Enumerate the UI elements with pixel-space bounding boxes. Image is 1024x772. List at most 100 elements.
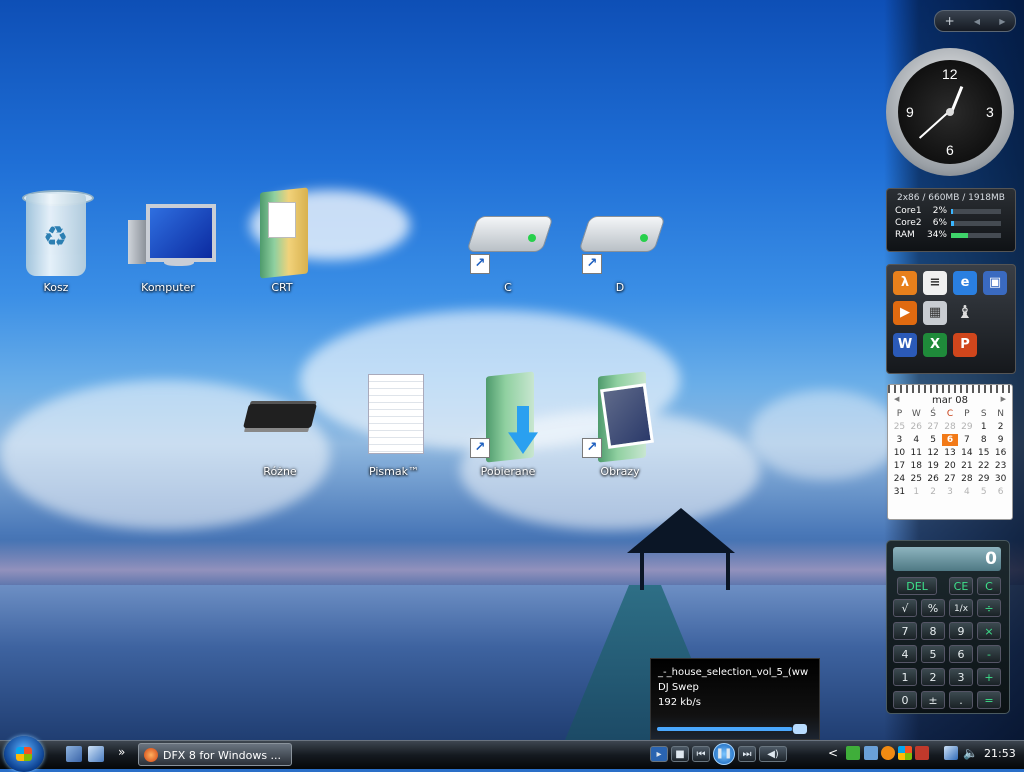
calendar-day[interactable]: 12 bbox=[925, 447, 942, 459]
calendar-day[interactable]: 9 bbox=[992, 434, 1009, 446]
calc-del-button[interactable]: DEL bbox=[897, 577, 937, 595]
calc-6-button[interactable]: 6 bbox=[949, 645, 973, 663]
calendar-day[interactable]: 5 bbox=[925, 434, 942, 446]
calendar-day[interactable]: 11 bbox=[908, 447, 925, 459]
volume-button[interactable]: ◀) bbox=[759, 746, 787, 762]
windows-update-icon[interactable] bbox=[898, 746, 912, 760]
half-life-icon[interactable]: λ bbox=[893, 271, 917, 295]
seek-bar[interactable] bbox=[657, 724, 807, 734]
calendar-day[interactable]: 27 bbox=[942, 473, 959, 485]
media-player-popup[interactable]: _-_house_selection_vol_5_(ww DJ Swep 192… bbox=[650, 658, 820, 740]
calc-1-button[interactable]: 1 bbox=[893, 668, 917, 686]
desktop-icon-pismak[interactable]: Pismak™ bbox=[344, 370, 444, 479]
desktop-icon-pobierane[interactable]: ↗ Pobierane bbox=[458, 370, 558, 479]
tray-app-icon[interactable] bbox=[864, 746, 878, 760]
calendar-day[interactable]: 31 bbox=[891, 486, 908, 498]
previous-page-button[interactable]: ◀ bbox=[974, 17, 980, 26]
calc-sqrt-button[interactable]: √ bbox=[893, 599, 917, 617]
tray-app-icon[interactable] bbox=[915, 746, 929, 760]
tray-app-icon[interactable] bbox=[881, 746, 895, 760]
calendar-day[interactable]: 23 bbox=[992, 460, 1009, 472]
desktop-icon-recycle-bin[interactable]: Kosz bbox=[6, 186, 106, 295]
calendar-day[interactable]: 20 bbox=[942, 460, 959, 472]
calendar-day[interactable]: 2 bbox=[992, 421, 1009, 433]
calculator-icon[interactable]: ▦ bbox=[923, 301, 947, 325]
cpu-meter-gadget[interactable]: 2x86 / 660MB / 1918MB Core1 2% Core2 6% … bbox=[886, 188, 1016, 252]
calendar-day[interactable]: 2 bbox=[925, 486, 942, 498]
calendar-day[interactable]: 13 bbox=[942, 447, 959, 459]
switch-windows-icon[interactable] bbox=[88, 746, 104, 762]
calendar-day[interactable]: 8 bbox=[975, 434, 992, 446]
calendar-day[interactable]: 27 bbox=[925, 421, 942, 433]
calc-negate-button[interactable]: ± bbox=[921, 691, 945, 709]
notes-icon[interactable]: ≡ bbox=[923, 271, 947, 295]
calc-ce-button[interactable]: CE bbox=[949, 577, 973, 595]
calendar-day[interactable]: 15 bbox=[975, 447, 992, 459]
calendar-gadget[interactable]: ◀ mar 08 ▶ P W Ś C P S N 25 26 27 28 29 1 2 3 4 5 6 7 8 9 10 1… bbox=[887, 384, 1013, 520]
desktop-icon-rozne[interactable]: Różne bbox=[230, 370, 330, 479]
calendar-day[interactable]: 28 bbox=[958, 473, 975, 485]
clock-gadget[interactable]: 12 3 6 9 bbox=[886, 48, 1014, 176]
calc-0-button[interactable]: 0 bbox=[893, 691, 917, 709]
calc-subtract-button[interactable]: - bbox=[977, 645, 1001, 663]
word-icon[interactable]: W bbox=[893, 333, 917, 357]
calendar-day[interactable]: 29 bbox=[975, 473, 992, 485]
calc-7-button[interactable]: 7 bbox=[893, 622, 917, 640]
wmp-restore-icon[interactable]: ▸ bbox=[650, 746, 668, 762]
calc-8-button[interactable]: 8 bbox=[921, 622, 945, 640]
calendar-day[interactable]: 3 bbox=[891, 434, 908, 446]
tray-app-icon[interactable] bbox=[846, 746, 860, 760]
calc-9-button[interactable]: 9 bbox=[949, 622, 973, 640]
calendar-day[interactable]: 6 bbox=[992, 486, 1009, 498]
calendar-day[interactable]: 3 bbox=[942, 486, 959, 498]
calc-percent-button[interactable]: % bbox=[921, 599, 945, 617]
calendar-day[interactable]: 4 bbox=[908, 434, 925, 446]
calc-multiply-button[interactable]: × bbox=[977, 622, 1001, 640]
media-icon[interactable]: ▶ bbox=[893, 301, 917, 325]
calendar-day[interactable]: 22 bbox=[975, 460, 992, 472]
calendar-day[interactable]: 29 bbox=[958, 421, 975, 433]
calendar-day[interactable]: 26 bbox=[925, 473, 942, 485]
calendar-day-today[interactable]: 6 bbox=[941, 434, 959, 446]
calendar-day[interactable]: 14 bbox=[958, 447, 975, 459]
monitor-icon[interactable]: ▣ bbox=[983, 271, 1007, 295]
desktop-icon-drive-c[interactable]: ↗ C bbox=[458, 186, 558, 295]
calc-c-button[interactable]: C bbox=[977, 577, 1001, 595]
calc-4-button[interactable]: 4 bbox=[893, 645, 917, 663]
quick-launch-more-button[interactable]: » bbox=[118, 745, 125, 759]
start-button[interactable] bbox=[4, 736, 44, 772]
calc-add-button[interactable]: + bbox=[977, 668, 1001, 686]
powerpoint-icon[interactable]: P bbox=[953, 333, 977, 357]
next-page-button[interactable]: ▶ bbox=[999, 17, 1005, 26]
calendar-next-button[interactable]: ▶ bbox=[1001, 395, 1006, 406]
calc-2-button[interactable]: 2 bbox=[921, 668, 945, 686]
desktop-icon-crt[interactable]: CRT bbox=[232, 186, 332, 295]
calendar-prev-button[interactable]: ◀ bbox=[894, 395, 899, 406]
calendar-day[interactable]: 19 bbox=[925, 460, 942, 472]
calendar-day[interactable]: 18 bbox=[908, 460, 925, 472]
taskbar-button-dfx[interactable]: DFX 8 for Windows ... bbox=[138, 743, 292, 766]
calendar-day[interactable]: 1 bbox=[975, 421, 992, 433]
calc-5-button[interactable]: 5 bbox=[921, 645, 945, 663]
calendar-day[interactable]: 25 bbox=[908, 473, 925, 485]
taskbar-clock[interactable]: 21:53 bbox=[984, 747, 1016, 760]
calc-equals-button[interactable]: = bbox=[977, 691, 1001, 709]
calc-decimal-button[interactable]: . bbox=[949, 691, 973, 709]
calendar-day[interactable]: 25 bbox=[891, 421, 908, 433]
desktop-icon-drive-d[interactable]: ↗ D bbox=[570, 186, 670, 295]
calendar-day[interactable]: 4 bbox=[958, 486, 975, 498]
volume-icon[interactable]: 🔈 bbox=[963, 746, 978, 760]
chess-icon[interactable]: ♝ bbox=[953, 301, 977, 325]
desktop-icon-obrazy[interactable]: ↗ Obrazy bbox=[570, 370, 670, 479]
calendar-day[interactable]: 1 bbox=[908, 486, 925, 498]
calendar-day[interactable]: 30 bbox=[992, 473, 1009, 485]
calc-inverse-button[interactable]: 1/x bbox=[949, 599, 973, 617]
calendar-day[interactable]: 10 bbox=[891, 447, 908, 459]
tray-expand-button[interactable]: < bbox=[828, 746, 838, 760]
desktop-icon-computer[interactable]: Komputer bbox=[118, 186, 218, 295]
ie-icon[interactable]: e bbox=[953, 271, 977, 295]
calendar-day[interactable]: 7 bbox=[958, 434, 975, 446]
calendar-day[interactable]: 26 bbox=[908, 421, 925, 433]
calendar-day[interactable]: 21 bbox=[958, 460, 975, 472]
excel-icon[interactable]: X bbox=[923, 333, 947, 357]
